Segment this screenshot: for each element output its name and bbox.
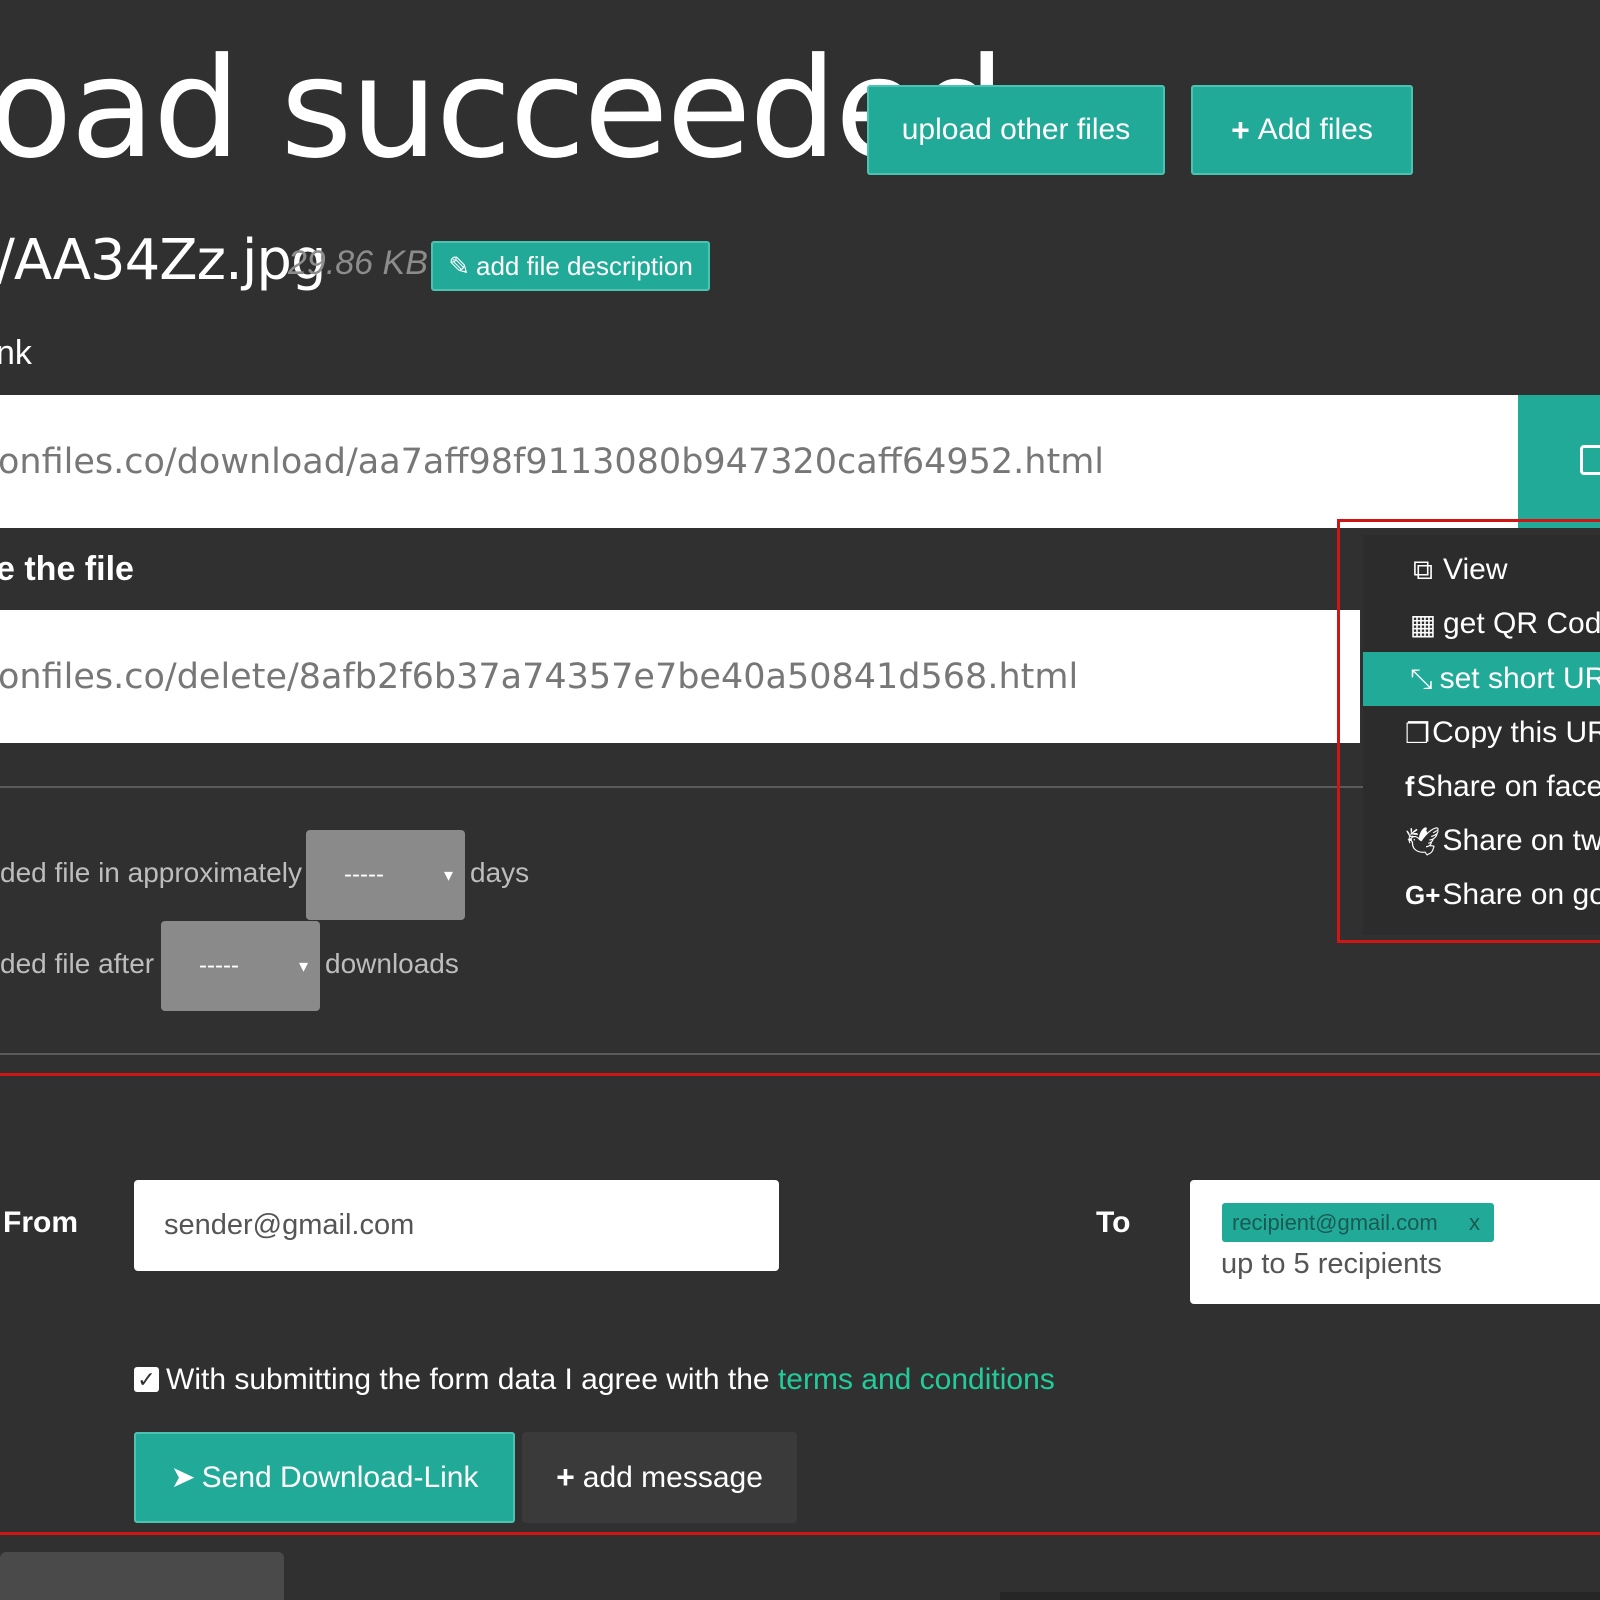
- download-link-label: nk: [0, 334, 32, 372]
- pencil-icon: ✎: [448, 250, 470, 281]
- download-url-text: onfiles.co/download/aa7aff98f9113080b947…: [0, 441, 1105, 482]
- add-message-label: add message: [582, 1460, 763, 1494]
- add-file-description-label: add file description: [475, 250, 693, 281]
- recipient-tag-text: recipient@gmail.com: [1232, 1209, 1438, 1235]
- upload-other-files-button[interactable]: upload other files: [867, 85, 1165, 175]
- plus-icon: +: [556, 1459, 575, 1495]
- page-title: oad succeeded: [0, 28, 1005, 189]
- divider: [0, 1053, 1600, 1055]
- plus-icon: +: [1231, 111, 1250, 148]
- add-files-button[interactable]: + Add files: [1191, 85, 1413, 175]
- bottom-tab[interactable]: [0, 1552, 284, 1600]
- delete-link-label: e the file: [0, 550, 134, 588]
- terms-agreement-text: With submitting the form data I agree wi…: [166, 1363, 1055, 1397]
- days-select-value: -----: [344, 861, 384, 888]
- to-placeholder: up to 5 recipients: [1221, 1248, 1442, 1280]
- external-link-icon: [1580, 445, 1600, 475]
- from-email-value: sender@gmail.com: [164, 1209, 415, 1241]
- recipient-tag: recipient@gmail.com x: [1222, 1203, 1494, 1242]
- open-link-button[interactable]: [1518, 395, 1600, 528]
- upload-other-files-label: upload other files: [901, 113, 1131, 146]
- caret-down-icon: ▾: [443, 864, 453, 885]
- file-name: /AA34Zz.jpg: [0, 228, 327, 293]
- section-highlight-top: [0, 1073, 1600, 1076]
- add-message-button[interactable]: + add message: [522, 1432, 797, 1523]
- download-url-field[interactable]: onfiles.co/download/aa7aff98f9113080b947…: [0, 395, 1518, 528]
- days-select[interactable]: ----- ▾: [306, 830, 465, 920]
- downloads-suffix-label: downloads: [325, 948, 459, 979]
- menu-highlight-frame: [1337, 519, 1600, 943]
- downloads-prefix-label: ded file after: [0, 948, 155, 979]
- agree-text: With submitting the form data I agree wi…: [166, 1363, 778, 1396]
- downloads-select-value: -----: [199, 952, 239, 979]
- from-label: From: [3, 1206, 78, 1239]
- to-label: To: [1096, 1206, 1131, 1239]
- paper-plane-icon: ➤: [170, 1461, 196, 1494]
- delete-url-text: onfiles.co/delete/8afb2f6b37a74357e7be40…: [0, 656, 1079, 697]
- days-suffix-label: days: [470, 857, 530, 888]
- from-email-field[interactable]: sender@gmail.com: [134, 1180, 779, 1271]
- bottom-strip: [1000, 1592, 1600, 1600]
- add-file-description-button[interactable]: ✎ add file description: [431, 241, 710, 291]
- days-prefix-label: ded file in approximately: [0, 857, 302, 888]
- send-download-link-button[interactable]: ➤ Send Download-Link: [134, 1432, 515, 1523]
- delete-url-field[interactable]: onfiles.co/delete/8afb2f6b37a74357e7be40…: [0, 610, 1360, 743]
- section-highlight-bottom: [0, 1532, 1600, 1535]
- to-recipients-field[interactable]: [1190, 1180, 1600, 1304]
- divider: [0, 786, 1363, 788]
- terms-link[interactable]: terms and conditions: [778, 1363, 1055, 1396]
- send-download-link-label: Send Download-Link: [201, 1460, 479, 1494]
- file-size: 29.86 KB: [288, 244, 428, 282]
- add-files-label: Add files: [1257, 113, 1373, 146]
- caret-down-icon: ▾: [298, 955, 308, 976]
- terms-checkbox[interactable]: ✓: [134, 1367, 159, 1392]
- downloads-select[interactable]: ----- ▾: [161, 921, 320, 1011]
- remove-recipient-button[interactable]: x: [1469, 1210, 1480, 1236]
